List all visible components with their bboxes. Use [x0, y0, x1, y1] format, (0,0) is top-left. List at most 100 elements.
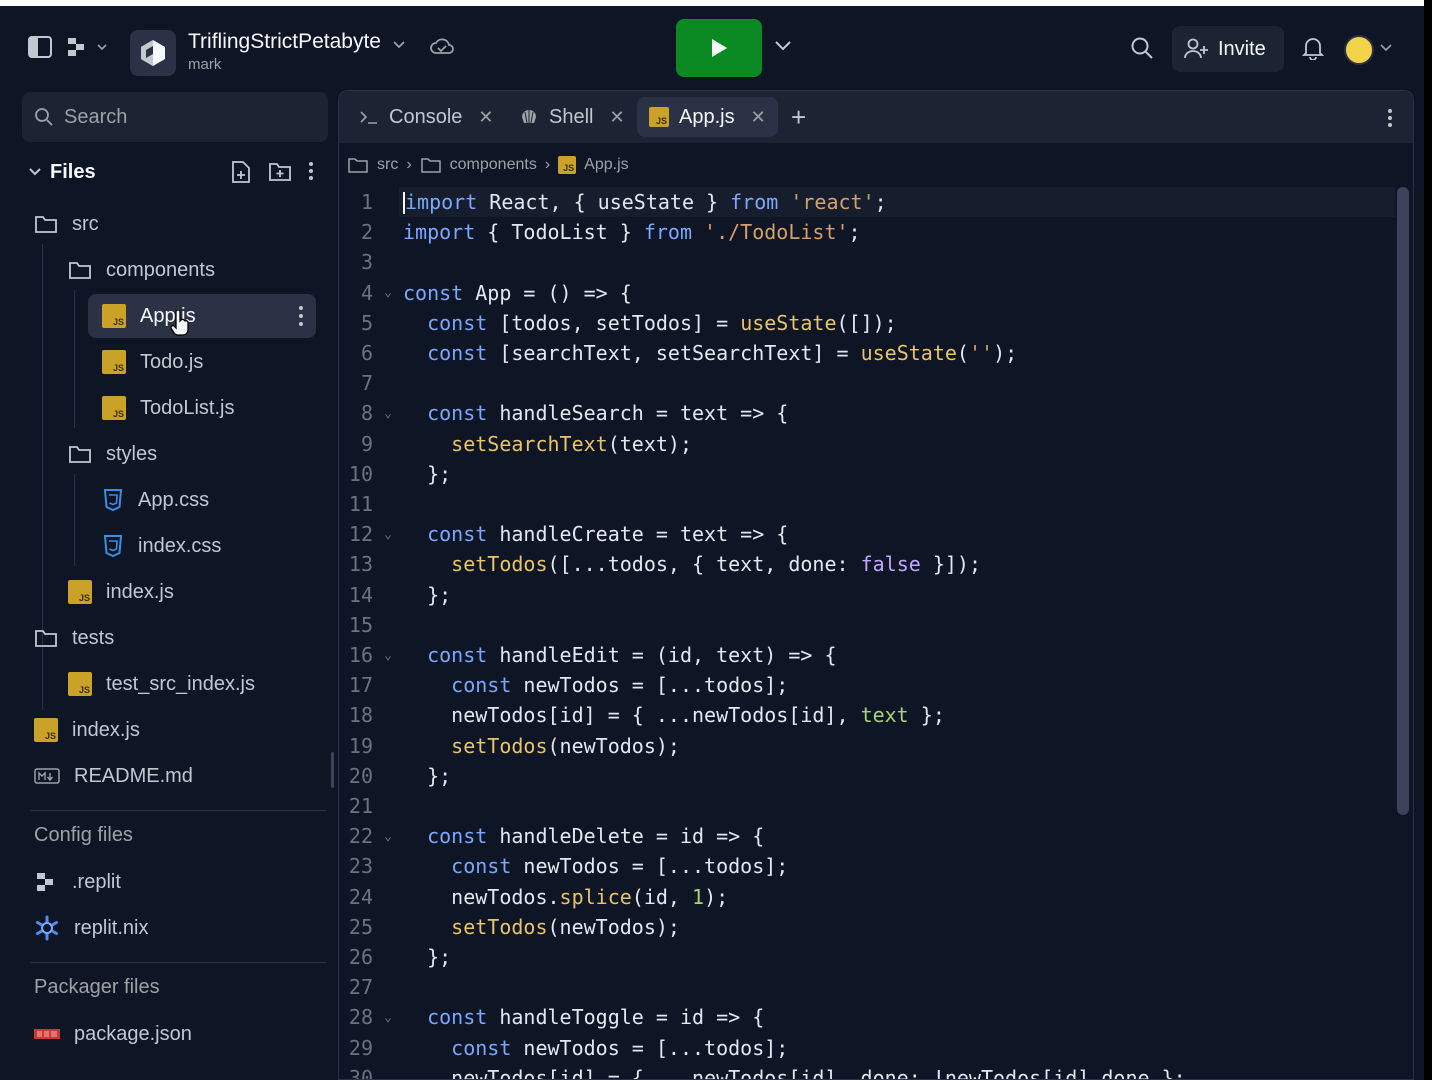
code-line[interactable]: 3: [339, 247, 1389, 277]
tree-file-package-json[interactable]: package.json: [34, 1014, 192, 1054]
more-options-icon[interactable]: [298, 305, 304, 327]
line-number: 24: [348, 884, 373, 909]
replit-menu-icon[interactable]: [66, 36, 110, 58]
tree-file-replit-nix[interactable]: replit.nix: [34, 908, 148, 948]
editor-pane: Console ✕ Shell ✕ App.js ✕ + src › compo…: [338, 90, 1414, 1080]
code-line[interactable]: 12 ⌄ const handleCreate = text => {: [339, 519, 1389, 549]
tree-folder-tests[interactable]: tests: [34, 618, 114, 658]
tree-file-index-js[interactable]: index.js: [34, 710, 140, 750]
code-editor[interactable]: 1 import React, { useState } from 'react'…: [339, 187, 1399, 1079]
fold-chevron-icon[interactable]: ⌄: [373, 829, 403, 844]
code-line[interactable]: 28 ⌄ const handleToggle = id => {: [339, 1002, 1389, 1032]
pane-options-icon[interactable]: [1387, 107, 1393, 129]
tree-file-test-src-index-js[interactable]: test_src_index.js: [68, 664, 255, 704]
fold-chevron-icon[interactable]: ⌄: [373, 527, 403, 542]
tree-folder-components[interactable]: components: [68, 250, 215, 290]
tree-folder-src[interactable]: src: [34, 204, 99, 244]
new-folder-icon[interactable]: [268, 160, 292, 182]
code-line[interactable]: 30 newTodos[id] = { ...newTodos[id], don…: [339, 1063, 1389, 1079]
tree-file-todolist-js[interactable]: TodoList.js: [102, 388, 235, 428]
code-line[interactable]: 6 const [searchText, setSearchText] = us…: [339, 338, 1389, 368]
tree-folder-styles[interactable]: styles: [68, 434, 157, 474]
code-line[interactable]: 25 setTodos(newTodos);: [339, 912, 1389, 942]
code-line[interactable]: 16 ⌄ const handleEdit = (id, text) => {: [339, 640, 1389, 670]
run-button[interactable]: [676, 19, 762, 77]
markdown-file-icon: [34, 768, 60, 784]
run-options-chevron-icon[interactable]: [774, 40, 792, 52]
close-icon[interactable]: ✕: [609, 107, 624, 128]
code-line[interactable]: 1 import React, { useState } from 'react'…: [339, 187, 1389, 217]
fold-chevron-icon[interactable]: ⌄: [373, 406, 403, 421]
breadcrumb-item[interactable]: App.js: [584, 156, 628, 174]
breadcrumb-item[interactable]: components: [450, 156, 537, 174]
tab-bar: Console ✕ Shell ✕ App.js ✕ +: [339, 91, 1413, 143]
sidebar-toggle-icon[interactable]: [28, 36, 52, 58]
search-icon[interactable]: [1130, 36, 1154, 60]
code-line[interactable]: 5 const [todos, setTodos] = useState([])…: [339, 308, 1389, 338]
code-line[interactable]: 7: [339, 368, 1389, 398]
code-line[interactable]: 24 newTodos.splice(id, 1);: [339, 882, 1389, 912]
tab-app-js[interactable]: App.js ✕: [637, 97, 778, 137]
line-number: 14: [348, 582, 373, 607]
code-line[interactable]: 8 ⌄ const handleSearch = text => {: [339, 398, 1389, 428]
sidebar-resize-handle[interactable]: [331, 752, 334, 788]
chevron-down-icon[interactable]: [28, 167, 42, 177]
repl-icon[interactable]: [130, 30, 176, 76]
code-text: const App = () => {: [403, 280, 632, 305]
code-line[interactable]: 17 const newTodos = [...todos];: [339, 670, 1389, 700]
code-line[interactable]: 27: [339, 972, 1389, 1002]
code-line[interactable]: 19 setTodos(newTodos);: [339, 731, 1389, 761]
avatar[interactable]: [1344, 35, 1374, 65]
tab-console[interactable]: Console ✕: [347, 97, 505, 137]
code-line[interactable]: 2 import { TodoList } from './TodoList';: [339, 217, 1389, 247]
more-options-icon[interactable]: [308, 160, 314, 182]
breadcrumb-item[interactable]: src: [377, 156, 398, 174]
js-file-icon: [34, 718, 58, 742]
code-line[interactable]: 18 newTodos[id] = { ...newTodos[id], tex…: [339, 700, 1389, 730]
bell-icon[interactable]: [1302, 36, 1324, 60]
code-line[interactable]: 4 ⌄ const App = () => {: [339, 278, 1389, 308]
line-number: 3: [360, 250, 373, 275]
close-icon[interactable]: ✕: [478, 107, 493, 128]
repl-name[interactable]: TriflingStrictPetabyte: [188, 30, 381, 54]
code-line[interactable]: 29 const newTodos = [...todos];: [339, 1033, 1389, 1063]
code-line[interactable]: 13 setTodos([...todos, { text, done: fal…: [339, 549, 1389, 579]
cloud-sync-icon[interactable]: [430, 36, 454, 58]
close-icon[interactable]: ✕: [751, 107, 766, 128]
code-line[interactable]: 10 };: [339, 459, 1389, 489]
tree-file-app-css[interactable]: App.css: [102, 480, 209, 520]
code-line[interactable]: 23 const newTodos = [...todos];: [339, 851, 1389, 881]
line-number: 5: [360, 310, 373, 335]
search-input[interactable]: Search: [22, 92, 328, 142]
repl-owner: mark: [188, 56, 222, 73]
code-line[interactable]: 15: [339, 610, 1389, 640]
tree-file-todo-js[interactable]: Todo.js: [102, 342, 203, 382]
invite-label: Invite: [1218, 37, 1266, 60]
new-tab-button[interactable]: +: [779, 97, 818, 137]
code-line[interactable]: 14 };: [339, 580, 1389, 610]
account-chevron-icon[interactable]: [1380, 44, 1392, 52]
fold-chevron-icon[interactable]: ⌄: [373, 1010, 403, 1025]
line-number: 15: [348, 612, 373, 637]
fold-chevron-icon[interactable]: ⌄: [373, 285, 403, 300]
tree-file-readme[interactable]: README.md: [34, 756, 193, 796]
code-line[interactable]: 20 };: [339, 761, 1389, 791]
chevron-down-icon[interactable]: [392, 40, 406, 50]
css-file-icon: [102, 488, 124, 512]
fold-chevron-icon[interactable]: ⌄: [373, 648, 403, 663]
tree-file-index-css[interactable]: index.css: [102, 526, 221, 566]
tree-file-replit[interactable]: .replit: [34, 862, 121, 902]
code-line[interactable]: 26 };: [339, 942, 1389, 972]
files-header[interactable]: Files: [22, 156, 328, 188]
tab-shell[interactable]: Shell ✕: [507, 97, 637, 137]
editor-scrollbar[interactable]: [1397, 187, 1409, 815]
code-line[interactable]: 21: [339, 791, 1389, 821]
line-number: 17: [348, 673, 373, 698]
code-line[interactable]: 11: [339, 489, 1389, 519]
tree-file-src-index-js[interactable]: index.js: [68, 572, 174, 612]
tree-file-app-js[interactable]: App.js: [88, 294, 316, 338]
code-line[interactable]: 9 setSearchText(text);: [339, 429, 1389, 459]
new-file-icon[interactable]: [230, 160, 252, 184]
invite-button[interactable]: Invite: [1172, 26, 1284, 72]
code-line[interactable]: 22 ⌄ const handleDelete = id => {: [339, 821, 1389, 851]
